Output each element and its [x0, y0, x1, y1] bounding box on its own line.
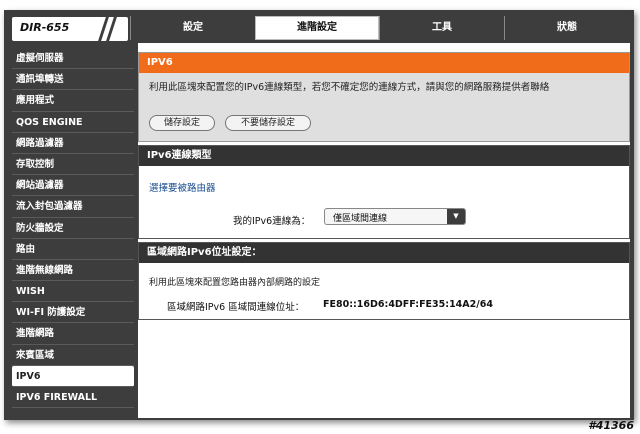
sidebar-item-firewall-settings[interactable]: 防火牆設定 [12, 218, 134, 239]
main-content: IPV6 利用此區塊來配置您的IPv6連線類型，若您不確定您的連線方式，請與您的… [138, 43, 630, 418]
sidebar-item-website-filter[interactable]: 網站過濾器 [12, 175, 134, 197]
sidebar-item-ipv6-firewall[interactable]: IPV6 FIREWALL [12, 387, 134, 409]
dont-save-settings-button[interactable]: 不要儲存設定 [225, 115, 311, 131]
link-local-address-value: FE80::16D6:4DFF:FE35:14A2/64 [323, 299, 493, 310]
panel-title: 區域網路IPv6位址設定： [139, 243, 629, 263]
sidebar-item-ipv6[interactable]: IPV6 [12, 365, 134, 387]
sidebar-item-port-forwarding[interactable]: 通訊埠轉送 [12, 69, 134, 91]
save-settings-button[interactable]: 儲存設定 [149, 115, 215, 131]
router-window: DIR-655 設定 進階設定 工具 狀態 虛擬伺服器 通訊埠轉送 應用程式 Q… [4, 10, 634, 420]
chevron-down-icon[interactable]: ▼ [447, 209, 465, 224]
sidebar-item-wish[interactable]: WISH [12, 281, 134, 303]
panel-title: IPV6 [139, 53, 629, 73]
sidebar-item-virtual-server[interactable]: 虛擬伺服器 [12, 48, 134, 70]
sidebar-item-guest-zone[interactable]: 來賓區域 [12, 345, 134, 366]
connection-type-label: 我的IPv6連線為： [233, 216, 311, 227]
panel-title: IPv6連線類型 [139, 146, 629, 166]
sidebar-item-wifi-protected-setup[interactable]: WI-FI 防護設定 [12, 302, 134, 324]
ipv6-intro-panel: IPV6 利用此區塊來配置您的IPv6連線類型，若您不確定您的連線方式，請與您的… [138, 52, 630, 142]
sidebar-item-access-control[interactable]: 存取控制 [12, 154, 134, 176]
choose-mode-text: 選擇要被路由器 [149, 183, 216, 194]
sidebar-item-advanced-network[interactable]: 進階網路 [12, 323, 134, 345]
sidebar-item-qos-engine[interactable]: QOS ENGINE [12, 112, 134, 133]
tab-tools[interactable]: 工具 [379, 16, 504, 40]
ipv6-connection-type-panel: IPv6連線類型 選擇要被路由器 我的IPv6連線為： 僅區域間連線 ▼ [138, 145, 630, 239]
logo: DIR-655 [12, 17, 128, 41]
sidebar-item-advanced-wireless[interactable]: 進階無線網路 [12, 260, 134, 282]
sidebar-item-inbound-filter[interactable]: 流入封包過濾器 [12, 196, 134, 218]
select-value: 僅區域間連線 [333, 214, 388, 224]
sidebar: 虛擬伺服器 通訊埠轉送 應用程式 QOS ENGINE 網路過濾器 存取控制 網… [12, 48, 134, 409]
tab-setup[interactable]: 設定 [130, 16, 255, 40]
link-local-address-label: 區域網路IPv6 區域間連線位址： [167, 302, 305, 313]
lan-ipv6-address-panel: 區域網路IPv6位址設定： 利用此區塊來配置您路由器內部網路的設定 區域網路IP… [138, 242, 630, 320]
connection-type-select[interactable]: 僅區域間連線 ▼ [324, 208, 466, 225]
tab-status[interactable]: 狀態 [504, 16, 629, 40]
panel-description: 利用此區塊來配置您路由器內部網路的設定 [149, 278, 321, 288]
sidebar-item-application-rules[interactable]: 應用程式 [12, 90, 134, 112]
tab-advanced[interactable]: 進階設定 [255, 16, 379, 40]
sidebar-item-network-filter[interactable]: 網路過濾器 [12, 133, 134, 154]
sidebar-item-routing[interactable]: 路由 [12, 239, 134, 260]
top-bar: DIR-655 設定 進階設定 工具 狀態 [4, 10, 634, 42]
panel-description: 利用此區塊來配置您的IPv6連線類型，若您不確定您的連線方式，請與您的網路服務提… [149, 82, 550, 93]
logo-text: DIR-655 [20, 21, 70, 34]
image-watermark: #41366 [588, 419, 634, 432]
